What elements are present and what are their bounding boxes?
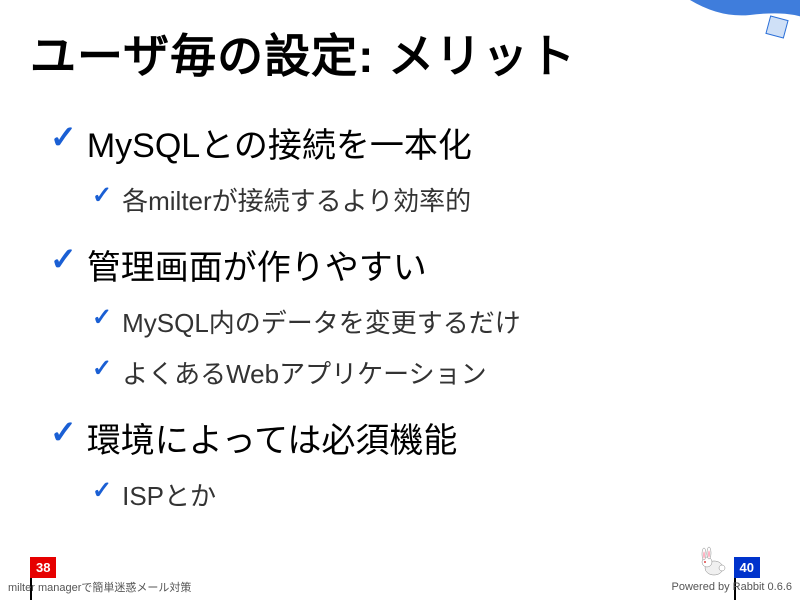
footer: milter managerで簡単迷惑メール対策 Powered by Rabb… <box>0 578 800 600</box>
current-page-number: 38 <box>36 560 50 575</box>
check-icon: ✓ <box>50 118 77 156</box>
bullet-text: ISPとか <box>122 476 216 513</box>
bullet-text: MySQL内のデータを変更するだけ <box>122 303 521 340</box>
check-icon: ✓ <box>50 413 77 451</box>
current-page-flag: 38 <box>30 557 56 578</box>
footer-right: Powered by Rabbit 0.6.6 <box>672 581 792 593</box>
bullet-item: ✓ よくあるWebアプリケーション <box>92 354 760 391</box>
check-icon: ✓ <box>92 476 112 505</box>
bullet-text: MySQLとの接続を一本化 <box>87 118 472 167</box>
check-icon: ✓ <box>92 354 112 383</box>
bullet-item: ✓ 環境によっては必須機能 <box>50 413 760 462</box>
bullet-item: ✓ ISPとか <box>92 476 760 513</box>
total-page-flag: 40 <box>734 557 760 578</box>
check-icon: ✓ <box>92 303 112 332</box>
rabbit-icon <box>694 542 730 578</box>
slide-title: ユーザ毎の設定: メリット <box>0 0 800 96</box>
bullet-text: 各milterが接続するより効率的 <box>122 181 471 218</box>
footer-left: milter managerで簡単迷惑メール対策 <box>8 579 191 595</box>
bullet-item: ✓ 各milterが接続するより効率的 <box>92 181 760 218</box>
bullet-text: よくあるWebアプリケーション <box>122 354 486 391</box>
check-icon: ✓ <box>92 181 112 210</box>
bullet-text: 環境によっては必須機能 <box>87 413 458 462</box>
bullet-text: 管理画面が作りやすい <box>87 240 427 289</box>
bullet-item: ✓ MySQL内のデータを変更するだけ <box>92 303 760 340</box>
slide-content: ✓ MySQLとの接続を一本化 ✓ 各milterが接続するより効率的 ✓ 管理… <box>0 118 800 513</box>
bullet-item: ✓ MySQLとの接続を一本化 <box>50 118 760 167</box>
bullet-item: ✓ 管理画面が作りやすい <box>50 240 760 289</box>
check-icon: ✓ <box>50 240 77 278</box>
total-page-number: 40 <box>740 560 754 575</box>
corner-decoration <box>690 0 800 50</box>
